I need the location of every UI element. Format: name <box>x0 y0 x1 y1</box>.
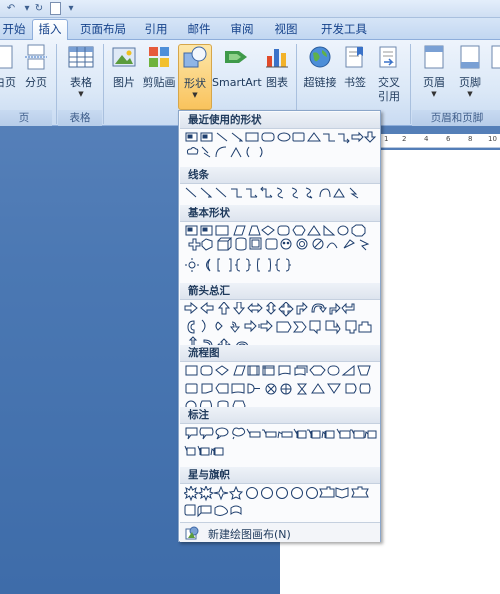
shapes-dropdown: 最近使用的形状 线条 基本形状 箭头总汇 流程图 标注 星与旗帜 新建绘图画布(… <box>178 110 381 542</box>
bookmark-icon <box>345 46 363 68</box>
chart-button[interactable]: 图表 <box>262 44 292 90</box>
star-banner-icons[interactable] <box>184 486 378 520</box>
header-footer-group-label: 页眉和页脚 <box>412 110 500 126</box>
customize-toolbar-icon[interactable]: ▾ <box>64 2 78 15</box>
ruler-tick: 8 <box>468 135 473 143</box>
picture-label: 图片 <box>113 76 135 89</box>
ruler-tick: 2 <box>402 135 407 143</box>
line-shapes-icons[interactable] <box>184 186 378 200</box>
chart-icon <box>266 49 288 68</box>
cross-reference-button[interactable]: 交叉 引用 <box>372 44 406 104</box>
page-break-button[interactable]: 分页 <box>22 44 50 90</box>
new-drawing-canvas-label: 新建绘图画布(N) <box>208 528 291 541</box>
category-basic-shapes: 基本形状 <box>180 205 380 222</box>
redo-icon[interactable]: ↻ <box>32 2 46 15</box>
pages-group-label: 页 <box>0 110 52 126</box>
blank-page-button[interactable]: 白页 <box>0 44 18 90</box>
blank-page-label: 白页 <box>0 76 16 89</box>
drawing-canvas-icon <box>185 526 199 540</box>
chevron-down-icon: ▼ <box>431 90 437 98</box>
chevron-down-icon: ▼ <box>192 91 198 99</box>
footer-button[interactable]: 页脚 ▼ <box>454 44 486 98</box>
stars-banners-grid <box>184 486 378 520</box>
globe-icon <box>309 46 331 68</box>
smartart-label: SmartArt <box>212 76 262 89</box>
ruler-tick: 6 <box>446 135 451 143</box>
category-flowchart: 流程图 <box>180 345 380 362</box>
smartart-icon <box>225 51 247 63</box>
tab-developer[interactable]: 开发工具 <box>316 20 372 40</box>
recent-shapes-grid <box>184 131 378 167</box>
callouts-grid <box>184 426 378 460</box>
tab-page-layout[interactable]: 页面布局 <box>77 20 129 40</box>
bookmark-button[interactable]: 书签 <box>340 44 370 90</box>
category-block-arrows: 箭头总汇 <box>180 283 380 300</box>
tab-view[interactable]: 视图 <box>270 20 302 40</box>
footer-label: 页脚 <box>459 76 481 89</box>
tab-references[interactable]: 引用 <box>140 20 172 40</box>
table-group-label: 表格 <box>58 110 102 126</box>
picture-button[interactable]: 图片 <box>109 44 139 90</box>
clipart-label: 剪贴画 <box>142 76 176 89</box>
category-stars-banners: 星与旗帜 <box>180 467 380 484</box>
hyperlink-label: 超链接 <box>303 76 337 89</box>
undo-icon[interactable]: ↶ <box>4 2 18 15</box>
horizontal-ruler[interactable]: 1 2 4 6 8 10 <box>380 134 500 148</box>
shapes-icon <box>183 46 207 68</box>
new-drawing-canvas-item[interactable]: 新建绘图画布(N) <box>180 522 380 542</box>
basic-shapes-icons[interactable] <box>184 224 378 278</box>
group-separator <box>410 44 411 124</box>
page-number-icon <box>491 45 500 69</box>
group-separator <box>103 44 104 124</box>
bookmark-label: 书签 <box>344 76 366 89</box>
ruler-tick: 4 <box>424 135 429 143</box>
header-label: 页眉 <box>423 76 445 89</box>
page-break-label: 分页 <box>25 76 47 89</box>
basic-shapes-grid <box>184 224 378 278</box>
ribbon-tabs: 开始 插入 页面布局 引用 邮件 审阅 视图 开发工具 <box>0 18 500 41</box>
callout-icons[interactable] <box>184 426 378 460</box>
cross-reference-label-2: 引用 <box>378 90 400 103</box>
blank-page-icon <box>0 45 13 69</box>
ruler-tick: 1 <box>384 135 389 143</box>
chevron-down-icon: ▼ <box>78 90 84 98</box>
category-callouts: 标注 <box>180 407 380 424</box>
category-lines: 线条 <box>180 167 380 184</box>
table-label: 表格 <box>70 76 92 89</box>
shapes-label: 形状 <box>184 77 206 90</box>
recent-shapes-icons[interactable] <box>184 131 378 167</box>
group-separator <box>56 44 57 124</box>
smartart-button[interactable]: SmartArt <box>212 44 262 90</box>
lines-grid <box>184 186 378 200</box>
tab-review[interactable]: 审阅 <box>226 20 258 40</box>
cross-reference-icon <box>379 46 397 68</box>
ruler-tick: 10 <box>488 135 497 143</box>
header-icon <box>424 45 444 69</box>
footer-icon <box>460 45 480 69</box>
chevron-down-icon: ▼ <box>467 90 473 98</box>
clipart-icon <box>149 47 169 67</box>
tab-insert[interactable]: 插入 <box>32 19 68 41</box>
quick-access-toolbar: ↶ ▾ ↻ ▾ <box>0 0 500 18</box>
tab-home[interactable]: 开始 <box>0 20 34 40</box>
print-preview-icon[interactable] <box>50 2 61 15</box>
chart-label: 图表 <box>266 76 288 89</box>
page-number-button[interactable] <box>490 44 500 76</box>
page-break-icon <box>25 44 47 70</box>
tab-mailings[interactable]: 邮件 <box>183 20 215 40</box>
category-recent-shapes: 最近使用的形状 <box>180 112 380 129</box>
shapes-button[interactable]: 形状 ▼ <box>178 44 212 110</box>
clipart-button[interactable]: 剪贴画 <box>141 44 177 90</box>
hyperlink-button[interactable]: 超链接 <box>302 44 338 90</box>
header-button[interactable]: 页眉 ▼ <box>418 44 450 98</box>
picture-icon <box>112 47 136 67</box>
table-icon <box>68 46 94 68</box>
table-button[interactable]: 表格 ▼ <box>64 44 98 98</box>
cross-reference-label-1: 交叉 <box>378 76 400 89</box>
